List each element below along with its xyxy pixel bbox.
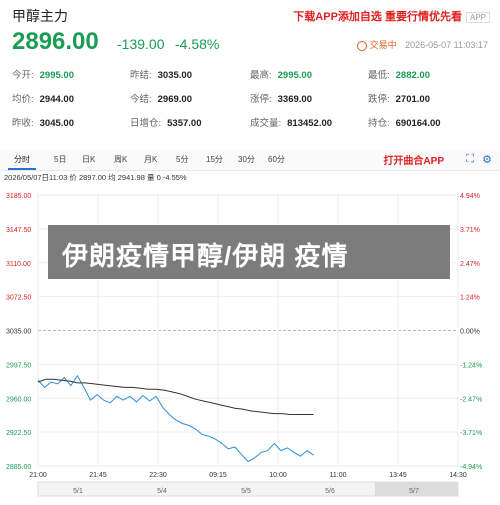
pct-tick-label: -2.47%: [460, 396, 482, 403]
x-tick-label: 11:00: [330, 472, 347, 479]
x-tick-label: 13:45: [389, 472, 407, 479]
navigator-label: 5/1: [73, 488, 83, 495]
navigator-label: 5/6: [325, 488, 335, 495]
x-tick-label: 21:00: [29, 472, 47, 479]
y-tick-label: 2960.00: [6, 396, 31, 403]
pct-tick-label: -4.94%: [460, 464, 482, 471]
price-line: [37, 374, 314, 463]
navigator-label: 5/4: [157, 488, 167, 495]
x-tick-label: 10:00: [269, 472, 287, 479]
navigator-label: 5/7: [409, 488, 419, 495]
y-tick-label: 2885.00: [6, 464, 31, 471]
y-tick-label: 3035.00: [6, 329, 31, 336]
pct-tick-label: 2.47%: [460, 261, 480, 268]
y-tick-label: 3072.50: [6, 295, 31, 302]
x-tick-label: 21:45: [89, 472, 107, 479]
pct-tick-label: 0.00%: [460, 329, 480, 336]
y-tick-label: 2922.50: [6, 430, 31, 437]
avg-line: [37, 378, 314, 415]
y-tick-label: 3185.00: [6, 193, 31, 200]
x-tick-label: 14:30: [449, 472, 467, 479]
y-tick-label: 3110.00: [6, 261, 31, 268]
y-tick-label: 2997.50: [6, 362, 31, 369]
y-tick-label: 3147.50: [6, 227, 31, 234]
overlay-banner: 伊朗疫情甲醇/伊朗 疫情: [48, 225, 450, 279]
pct-tick-label: 1.24%: [460, 295, 480, 302]
navigator-label: 5/5: [241, 488, 251, 495]
x-tick-label: 22:30: [149, 472, 167, 479]
pct-tick-label: 3.71%: [460, 227, 480, 234]
pct-tick-label: 4.94%: [460, 193, 480, 200]
pct-tick-label: -3.71%: [460, 430, 482, 437]
overlay-text: 伊朗疫情甲醇/伊朗 疫情: [62, 241, 349, 271]
x-tick-label: 09:15: [209, 472, 227, 479]
pct-tick-label: -1.24%: [460, 362, 482, 369]
